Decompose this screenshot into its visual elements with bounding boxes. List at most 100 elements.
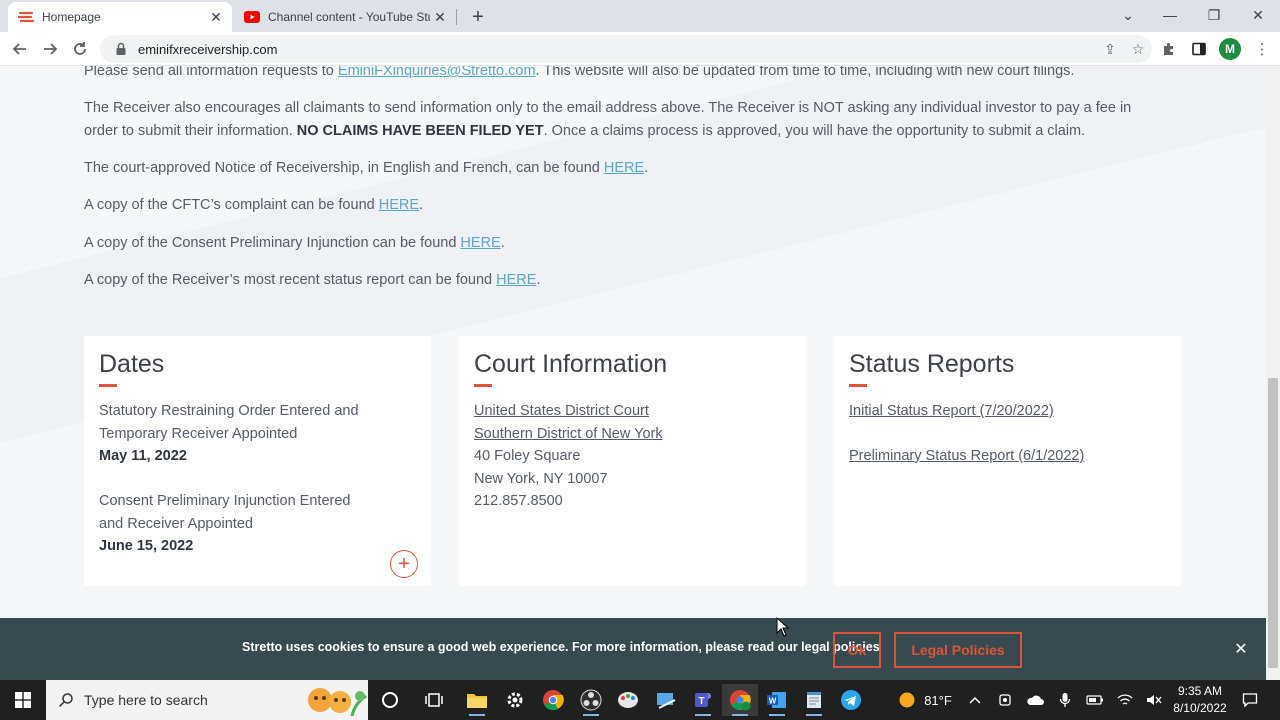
taskbar-paint[interactable] [610,684,646,716]
close-cookie-banner-icon[interactable]: ✕ [1232,640,1250,658]
district-court-link[interactable]: United States District Court [474,400,649,423]
sun-weather-icon [899,692,915,708]
address-bar[interactable]: eminifxreceivership.com ⇪ ☆ [100,35,1152,63]
microphone-icon[interactable] [1052,680,1078,720]
taskbar-telegram[interactable] [833,684,869,716]
paint-palette-icon [618,692,638,708]
legal-policies-button[interactable]: Legal Policies [894,632,1022,668]
search-highlight-illustration-icon [304,680,368,720]
reload-button[interactable] [68,37,92,61]
taskbar-notepad[interactable] [796,684,832,716]
notepad-icon [807,692,821,708]
forward-arrow-icon [44,43,58,55]
windows-taskbar: Type here to search T W 81°F 9:35 AM 8/1… [0,680,1280,720]
share-icon[interactable]: ⇪ [1096,35,1124,63]
status-card-title: Status Reports [849,350,1015,378]
windows-logo-icon [15,692,31,708]
taskbar-search-box[interactable]: Type here to search [46,680,368,720]
obs-recorder-icon [580,689,602,711]
restore-button[interactable]: ❐ [1192,0,1236,30]
tab-homepage[interactable]: Homepage ✕ [8,2,232,32]
close-window-button[interactable]: ✕ [1236,0,1280,30]
dates-card: Dates Statutory Restraining Order Entere… [84,336,431,586]
back-button[interactable] [8,37,32,61]
tab-youtube-studio[interactable]: Channel content - YouTube Studio ✕ [234,2,456,32]
complaint-here-link[interactable]: HERE [379,197,419,213]
tab-title: Channel content - YouTube Studio [268,10,430,24]
close-tab-icon[interactable]: ✕ [206,7,226,27]
start-button[interactable] [0,680,46,720]
title-accent-bar [99,384,117,387]
preliminary-status-report-link[interactable]: Preliminary Status Report (6/1/2022) [849,445,1084,468]
settings-gear-icon [507,692,523,708]
taskbar-settings[interactable] [497,684,533,716]
chrome-profile-icon [730,690,751,711]
claimants-paragraph: The Receiver also encourages all claiman… [84,100,1132,139]
volume-muted-icon[interactable] [1141,680,1167,720]
title-accent-bar [849,384,867,387]
chrome-menu-icon[interactable]: ⋮ [1250,37,1274,61]
cookie-banner: Stretto uses cookies to ensure a good we… [0,618,1266,680]
bookmark-star-icon[interactable]: ☆ [1124,35,1152,63]
taskbar-teams[interactable]: T [685,684,721,716]
chrome-icon [543,690,564,711]
extensions-puzzle-icon[interactable] [1157,37,1181,61]
initial-status-report-link[interactable]: Initial Status Report (7/20/2022) [849,400,1054,423]
onedrive-cloud-icon[interactable] [1022,680,1048,720]
close-tab-icon[interactable]: ✕ [430,7,450,27]
svg-text:W: W [769,697,777,706]
profile-avatar[interactable]: M [1219,38,1241,60]
tab-title: Homepage [42,10,101,24]
taskbar-file-explorer[interactable] [459,684,495,716]
cortana-button[interactable] [372,684,408,716]
cookie-ok-button[interactable]: Ok [833,632,881,668]
search-icon [58,693,73,708]
page-content: Please send all information requests to … [0,66,1266,618]
dates-item2-date: June 15, 2022 [99,538,194,554]
cftc-complaint-paragraph: A copy of the CFTC’s complaint can be fo… [84,197,424,213]
email-link[interactable]: EminiFXinquiries@Stretto.com [338,66,536,79]
snipping-tool-icon [657,693,676,709]
scrollbar-thumb[interactable] [1268,378,1278,668]
clock-time: 9:35 AM [1177,684,1223,698]
taskbar-chrome-profile[interactable] [722,684,758,716]
forward-button[interactable] [38,37,62,61]
taskbar-word[interactable]: W [759,684,795,716]
injunction-here-link[interactable]: HERE [460,235,500,251]
dates-card-title: Dates [99,350,165,378]
court-phone: 212.857.8500 [474,493,563,509]
expand-plus-button[interactable]: + [390,550,418,578]
battery-icon[interactable] [1082,680,1108,720]
status-reports-card: Status Reports Initial Status Report (7/… [834,336,1181,586]
side-panel-icon[interactable] [1187,37,1211,61]
dates-item2-line2: and Receiver Appointed [99,516,253,532]
svg-text:T: T [698,696,704,707]
southern-district-link[interactable]: Southern District of New York [474,423,663,446]
task-view-button[interactable] [416,684,452,716]
weather-widget[interactable]: 81°F [892,680,958,720]
browser-tab-strip: Homepage ✕ Channel content - YouTube Stu… [0,0,1280,32]
dates-item2-line1: Consent Preliminary Injunction Entered [99,493,351,509]
wifi-icon[interactable] [1112,680,1138,720]
teams-icon: T [695,693,711,707]
show-hidden-icons-chevron-icon[interactable] [962,680,988,720]
taskbar-obs[interactable] [573,684,609,716]
court-address-line1: 40 Foley Square [474,448,581,464]
telegram-icon [841,690,861,710]
notice-here-link[interactable]: HERE [604,160,644,176]
minimize-button[interactable]: — [1148,0,1192,30]
status-report-here-link[interactable]: HERE [496,272,536,288]
meet-now-icon[interactable] [992,680,1018,720]
new-tab-button[interactable]: + [466,5,490,29]
clock-date: 8/10/2022 [1173,701,1227,715]
taskbar-chrome[interactable] [535,684,571,716]
notification-center-icon[interactable] [1236,680,1264,720]
cookie-message: Stretto uses cookies to ensure a good we… [242,640,880,654]
tab-search-chevron-icon[interactable]: ⌄ [1106,0,1150,30]
reload-icon [74,42,86,55]
page-scrollbar[interactable] [1266,66,1280,680]
system-clock[interactable]: 9:35 AM 8/10/2022 [1170,683,1230,717]
taskbar-snipping[interactable] [648,684,684,716]
cortana-circle-icon [382,692,398,708]
dates-item1-line1: Statutory Restraining Order Entered and [99,403,359,419]
